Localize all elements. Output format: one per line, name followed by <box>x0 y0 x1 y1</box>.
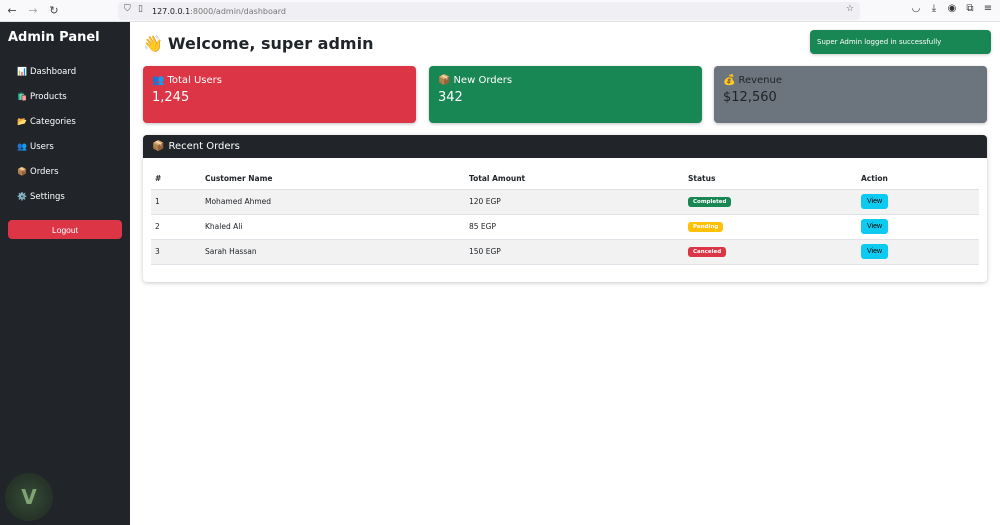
bookmark-star-icon[interactable]: ☆ <box>846 4 854 14</box>
stat-label-text: New Orders <box>453 75 513 86</box>
page-icon[interactable]: ▯ <box>138 4 143 14</box>
stat-label: 💰 Revenue <box>723 75 978 86</box>
package-icon: 📦 <box>152 141 165 152</box>
users-icon: 👥 <box>152 75 165 86</box>
brand-title: Admin Panel <box>8 30 100 45</box>
stat-card-revenue: 💰 Revenue $12,560 <box>714 66 987 123</box>
sidebar-item-dashboard[interactable]: 📊 Dashboard <box>0 59 130 84</box>
stat-value: 1,245 <box>152 90 190 105</box>
gear-icon: ⚙️ <box>17 192 27 201</box>
reload-icon[interactable]: ↻ <box>45 2 63 20</box>
order-number: 1 <box>151 189 201 215</box>
back-icon[interactable]: ← <box>3 2 21 20</box>
folder-icon: 📂 <box>17 117 27 126</box>
sidebar-item-settings[interactable]: ⚙️ Settings <box>0 184 130 209</box>
sidebar-item-label: Products <box>30 91 67 102</box>
action-cell: View <box>857 239 979 265</box>
sidebar-item-users[interactable]: 👥 Users <box>0 134 130 159</box>
sidebar-item-label: Orders <box>30 166 59 177</box>
package-icon: 📦 <box>438 75 451 86</box>
stat-label: 📦 New Orders <box>438 75 693 86</box>
account-icon[interactable]: ◉ <box>946 3 958 14</box>
stat-label-text: Total Users <box>167 75 222 86</box>
sidebar-menu: 📊 Dashboard 🛍️ Products 📂 Categories 👥 U… <box>0 59 130 209</box>
url-text[interactable]: 127.0.0.1:8000/admin/dashboard <box>152 7 286 16</box>
action-cell: View <box>857 214 979 240</box>
recent-orders-header: 📦 Recent Orders <box>143 135 987 158</box>
stat-value: 342 <box>438 90 463 105</box>
view-button[interactable]: View <box>861 194 889 209</box>
table-row: 2 Khaled Ali 85 EGP Pending View <box>151 214 979 240</box>
url-path: :8000/admin/dashboard <box>190 6 287 16</box>
browser-toolbar: ← → ↻ ⛉ ▯ 127.0.0.1:8000/admin/dashboard… <box>0 0 1000 22</box>
address-bar[interactable]: ⛉ ▯ 127.0.0.1:8000/admin/dashboard ☆ <box>118 2 860 20</box>
recent-orders-card: 📦 Recent Orders # Customer Name Total Am… <box>143 135 987 282</box>
extensions-icon[interactable]: ⧉ <box>964 3 976 14</box>
table-row: 3 Sarah Hassan 150 EGP Canceled View <box>151 239 979 265</box>
stat-card-orders: 📦 New Orders 342 <box>429 66 702 123</box>
view-button[interactable]: View <box>861 244 889 259</box>
package-icon: 📦 <box>17 167 27 176</box>
pocket-icon[interactable]: ◡ <box>910 3 922 14</box>
stat-card-users: 👥 Total Users 1,245 <box>143 66 416 123</box>
sidebar: Admin Panel 📊 Dashboard 🛍️ Products 📂 Ca… <box>0 22 130 525</box>
customer-name: Mohamed Ahmed <box>201 189 465 215</box>
action-cell: View <box>857 189 979 215</box>
status-badge: Completed <box>688 197 732 207</box>
recent-orders-title: Recent Orders <box>168 141 240 152</box>
orders-table: # Customer Name Total Amount Status Acti… <box>151 169 979 265</box>
table-header-row: # Customer Name Total Amount Status Acti… <box>151 169 979 190</box>
chart-icon: 📊 <box>17 67 27 76</box>
sidebar-item-label: Dashboard <box>30 66 77 77</box>
sidebar-item-orders[interactable]: 📦 Orders <box>0 159 130 184</box>
watermark-logo-icon: V <box>5 473 53 521</box>
sidebar-item-label: Settings <box>30 191 65 202</box>
status-cell: Canceled <box>684 239 857 265</box>
shield-icon[interactable]: ⛉ <box>124 4 131 14</box>
success-toast: Super Admin logged in successfully <box>810 30 991 54</box>
users-icon: 👥 <box>17 142 27 151</box>
status-cell: Pending <box>684 214 857 240</box>
download-icon[interactable]: ⤓ <box>928 3 940 14</box>
order-amount: 150 EGP <box>465 239 684 265</box>
page-title: 👋 Welcome, super admin <box>143 34 373 53</box>
column-header: # <box>151 169 201 190</box>
sidebar-item-label: Categories <box>30 116 76 127</box>
order-number: 3 <box>151 239 201 265</box>
sidebar-item-label: Users <box>30 141 54 152</box>
column-header: Total Amount <box>465 169 684 190</box>
sidebar-item-products[interactable]: 🛍️ Products <box>0 84 130 109</box>
status-badge: Canceled <box>688 247 727 257</box>
column-header: Customer Name <box>201 169 465 190</box>
order-number: 2 <box>151 214 201 240</box>
main-content: 👋 Welcome, super admin Super Admin logge… <box>130 22 1000 525</box>
stat-label: 👥 Total Users <box>152 75 407 86</box>
logout-button[interactable]: Logout <box>8 220 122 239</box>
waving-hand-icon: 👋 <box>143 34 163 53</box>
stat-value: $12,560 <box>723 90 777 105</box>
order-amount: 120 EGP <box>465 189 684 215</box>
column-header: Action <box>857 169 979 190</box>
money-bag-icon: 💰 <box>723 75 736 86</box>
shopping-bags-icon: 🛍️ <box>17 92 27 101</box>
status-badge: Pending <box>688 222 724 232</box>
menu-icon[interactable]: ≡ <box>982 3 994 14</box>
status-cell: Completed <box>684 189 857 215</box>
customer-name: Sarah Hassan <box>201 239 465 265</box>
customer-name: Khaled Ali <box>201 214 465 240</box>
sidebar-item-categories[interactable]: 📂 Categories <box>0 109 130 134</box>
order-amount: 85 EGP <box>465 214 684 240</box>
forward-icon[interactable]: → <box>24 2 42 20</box>
view-button[interactable]: View <box>861 219 889 234</box>
welcome-text: Welcome, super admin <box>167 34 374 53</box>
stat-label-text: Revenue <box>738 75 783 86</box>
table-row: 1 Mohamed Ahmed 120 EGP Completed View <box>151 189 979 215</box>
column-header: Status <box>684 169 857 190</box>
url-host: 127.0.0.1 <box>152 6 191 16</box>
